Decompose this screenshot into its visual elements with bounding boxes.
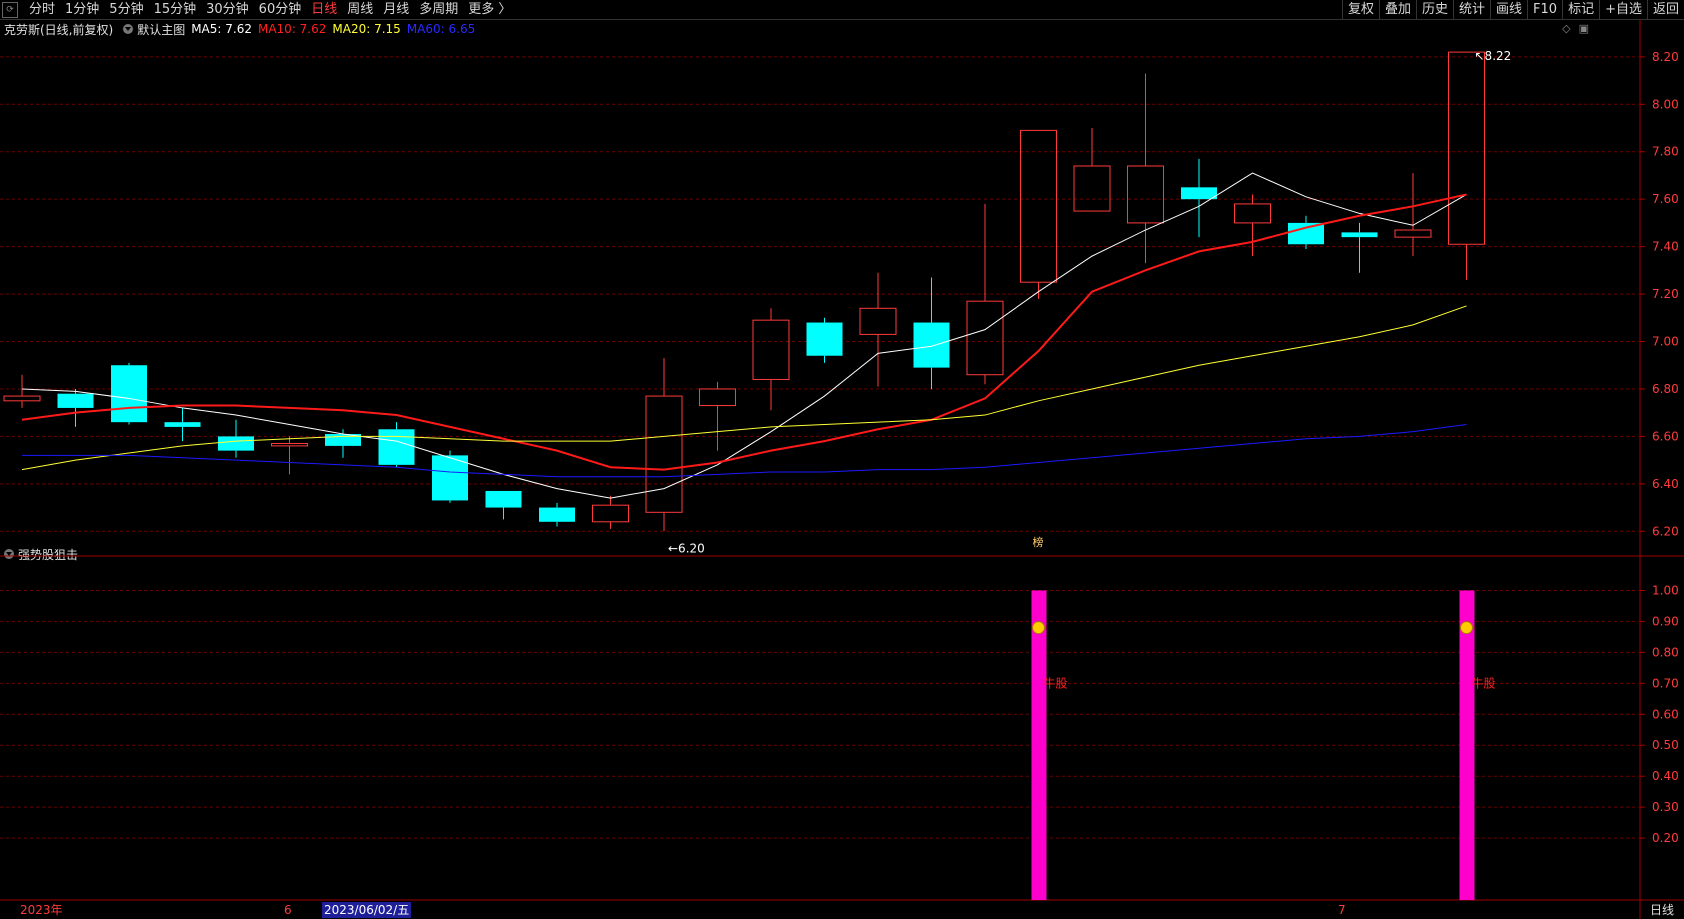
period-label: 日线 [1650,903,1675,917]
candle-body-up [271,443,308,447]
candle-body-up [752,319,790,380]
candle-body-up [1448,51,1485,245]
axis-year-label: 2023年 [20,903,63,917]
indicator-tick-label: 0.80 [1652,645,1679,659]
axis-month-6-label: 6 [284,903,292,917]
indicator-tick-label: 0.60 [1652,707,1679,721]
signal-bar [1459,590,1475,900]
price-tick-label: 7.20 [1652,287,1679,301]
candle-body-up [1394,229,1432,238]
price-tick-label: 8.00 [1652,97,1679,111]
price-tick-label: 7.80 [1652,145,1679,159]
candle-body-down [378,429,415,465]
rank-marker: 榜 [1033,535,1044,549]
indicator-tick-label: 0.30 [1652,800,1679,814]
candle-body-up [1073,165,1111,212]
indicator-tick-label: 0.20 [1652,831,1679,845]
price-tick-label: 6.60 [1652,429,1679,443]
price-tick-label: 6.40 [1652,477,1679,491]
candle-body-up [859,307,897,335]
price-tick-label: 7.00 [1652,335,1679,349]
signal-label: 牛股 [1472,675,1496,690]
low-price-label: ←6.20 [668,541,705,555]
candle-body-down [1181,187,1217,200]
price-tick-label: 6.80 [1652,382,1679,396]
indicator-tick-label: 0.50 [1652,738,1679,752]
cursor-date-label: 2023/06/02/五 [322,902,412,918]
candle-body-up [699,388,736,407]
candle-body-up [592,504,629,523]
signal-coin-icon [1460,621,1473,635]
candle-body-down [913,322,950,368]
candle-body-down [485,490,522,508]
axis-month-7-label: 7 [1338,903,1346,917]
price-tick-label: 7.40 [1652,240,1679,254]
signal-bar [1031,590,1047,900]
high-price-label: ↖8.22 [1475,49,1512,63]
indicator-tick-label: 0.70 [1652,676,1679,690]
candle-body-down [111,365,147,423]
ma-line-ma10 [21,193,1467,471]
chart-canvas[interactable]: 8.20 8.00 7.80 7.60 7.40 7.20 7.00 6.80 6.60 6.40… [0,0,1684,919]
signal-label: 牛股 [1044,675,1068,690]
signal-coin-icon [1032,621,1045,635]
candle-body-up [1127,165,1164,224]
candle-body-down [1288,222,1324,245]
price-tick-label: 6.20 [1652,524,1679,538]
candle-body-up [645,395,683,513]
candle-body-down [218,436,254,451]
indicator-tick-label: 0.90 [1652,614,1679,628]
candle-body-up [1020,129,1057,283]
candle-body-down [164,422,201,427]
candle-body-down [806,322,843,356]
candle-body-down [1341,232,1378,238]
candle-body-down [539,507,575,522]
candle-body-up [3,395,41,402]
price-tick-label: 8.20 [1652,50,1679,64]
candle-body-up [1234,203,1271,224]
candle-body-up [966,300,1004,376]
candle-body-down [57,393,94,408]
indicator-tick-label: 0.40 [1652,769,1679,783]
price-tick-label: 7.60 [1652,192,1679,206]
indicator-tick-label: 1.00 [1652,583,1679,597]
